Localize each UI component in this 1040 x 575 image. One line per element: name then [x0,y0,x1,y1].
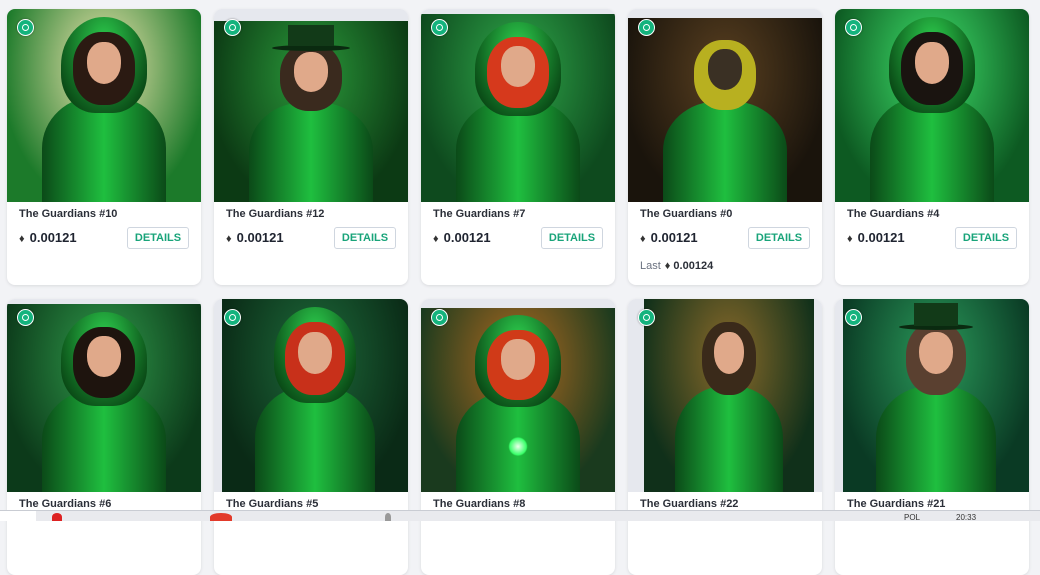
face [919,331,953,375]
nft-image-frame [628,9,822,202]
nft-image [644,299,814,492]
nft-image-frame [835,299,1029,492]
nft-name: The Guardians #8 [433,498,526,510]
details-button[interactable]: DETAILS [955,227,1017,249]
collection-badge-icon [845,309,862,326]
nft-image [7,9,201,202]
nft-card[interactable]: The Guardians #4 ♦ 0.00121 DETAILS [835,9,1029,285]
nft-card[interactable]: The Guardians #7 ♦ 0.00121 DETAILS [421,9,615,285]
figure-body [876,385,996,492]
top-hat [913,302,959,327]
nft-card[interactable]: The Guardians #6 [7,299,201,575]
nft-name: The Guardians #21 [847,498,946,510]
nft-price: ♦ 0.00121 [640,230,698,245]
eth-icon: ♦ [19,233,25,245]
eth-icon: ♦ [847,233,853,245]
nft-image-frame [835,9,1029,202]
nft-price: ♦ 0.00121 [847,230,905,245]
collection-badge-icon [17,19,34,36]
last-sale-label: Last [640,260,661,272]
nft-image [421,14,615,202]
eth-icon: ♦ [640,233,646,245]
figure-body [662,100,788,202]
nft-name: The Guardians #22 [640,498,739,510]
price-value: 0.00121 [650,230,698,245]
taskbar: POL 20:33 [0,510,1040,522]
collection-badge-icon [638,309,655,326]
nft-card[interactable]: The Guardians #10 ♦ 0.00121 DETAILS [7,9,201,285]
nft-price: ♦ 0.00121 [433,230,491,245]
eth-icon: ♦ [664,260,671,272]
details-button[interactable]: DETAILS [334,227,396,249]
collection-badge-icon [431,309,448,326]
nft-image-frame [7,299,201,492]
nft-image [214,21,408,202]
nft-name: The Guardians #0 [640,208,733,220]
last-sale: Last ♦ 0.00124 [640,260,713,272]
nft-name: The Guardians #6 [19,498,112,510]
nft-card[interactable]: The Guardians #22 [628,299,822,575]
nft-image-frame [421,299,615,492]
clock[interactable]: 20:33 [956,513,976,522]
collection-badge-icon [17,309,34,326]
nft-price: ♦ 0.00121 [19,230,77,245]
nft-name: The Guardians #7 [433,208,526,220]
face [298,331,332,375]
nft-card[interactable]: The Guardians #21 [835,299,1029,575]
face [500,339,536,380]
nft-card[interactable]: The Guardians #5 [214,299,408,575]
collection-badge-icon [638,19,655,36]
face [293,51,329,92]
price-value: 0.00121 [857,230,905,245]
collection-badge-icon [845,19,862,36]
details-button[interactable]: DETAILS [748,227,810,249]
last-sale-value: 0.00124 [673,260,714,272]
details-button[interactable]: DETAILS [541,227,603,249]
collection-badge-icon [224,19,241,36]
nft-image-frame [214,299,408,492]
figure-body [248,102,374,202]
nft-image [835,9,1029,202]
nft-image-frame [214,9,408,202]
nft-image-frame [7,9,201,202]
top-hat [287,24,335,47]
nft-image-frame [421,9,615,202]
glowing-emblem [508,436,528,457]
figure-body [674,385,784,492]
nft-image [843,299,1029,492]
price-value: 0.00121 [29,230,77,245]
eth-icon: ♦ [433,233,439,245]
nft-card[interactable]: The Guardians #12 ♦ 0.00121 DETAILS [214,9,408,285]
price-value: 0.00121 [443,230,491,245]
nft-image [7,304,201,492]
nft-name: The Guardians #12 [226,208,325,220]
nft-price: ♦ 0.00121 [226,230,284,245]
nft-image [421,308,615,492]
face [707,49,743,90]
nft-card[interactable]: The Guardians #0 ♦ 0.00121 DETAILS Last ♦ 0.00… [628,9,822,285]
collection-badge-icon [224,309,241,326]
collection-badge-icon [431,19,448,36]
nft-image-frame [628,299,822,492]
details-button[interactable]: DETAILS [127,227,189,249]
nft-image [222,299,408,492]
nft-card[interactable]: The Guardians #8 [421,299,615,575]
language-indicator[interactable]: POL [904,513,920,522]
nft-name: The Guardians #10 [19,208,118,220]
eth-icon: ♦ [226,233,232,245]
nft-name: The Guardians #4 [847,208,940,220]
price-value: 0.00121 [236,230,284,245]
nft-image [628,18,822,202]
nft-name: The Guardians #5 [226,498,319,510]
